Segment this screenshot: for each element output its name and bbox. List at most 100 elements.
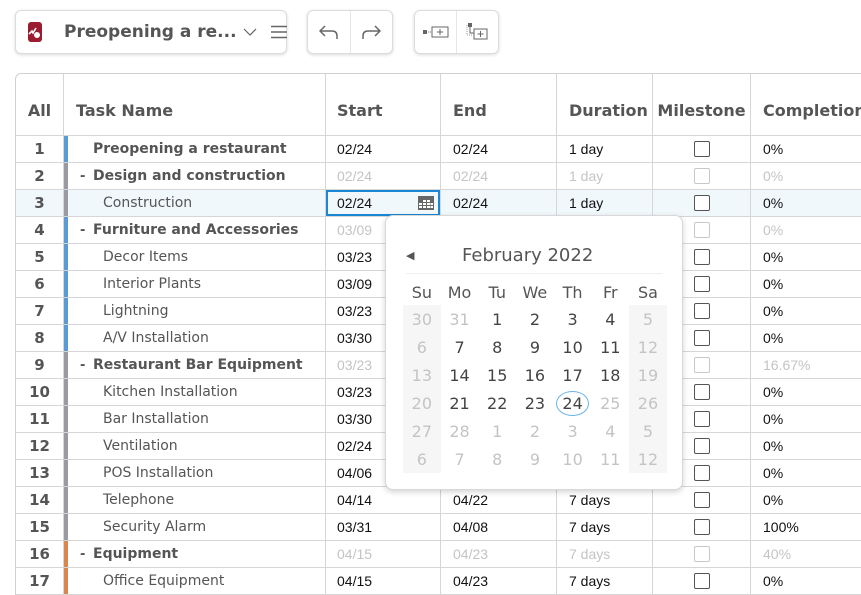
calendar-day[interactable]: 20 [403,389,441,417]
milestone-checkbox[interactable] [693,357,710,373]
table-row[interactable]: 14 Telephone 04/14 04/22 7 days 0% [16,487,861,514]
calendar-day[interactable]: 15 [478,361,516,389]
task-name-cell[interactable]: Telephone [64,487,326,513]
calendar-day[interactable]: 14 [441,361,479,389]
start-cell[interactable]: 02/24 [326,136,441,162]
completion-cell[interactable]: 0% [751,217,861,243]
calendar-day[interactable]: 17 [554,361,592,389]
task-name-cell[interactable]: Office Equipment [64,568,326,594]
calendar-day[interactable]: 21 [441,389,479,417]
collapse-toggle[interactable]: - [80,169,85,184]
duration-cell[interactable]: 1 day [557,163,653,189]
header-start[interactable]: Start [326,74,441,135]
calendar-day[interactable]: 23 [516,389,554,417]
calendar-day[interactable]: 4 [591,305,629,333]
completion-cell[interactable]: 16.67% [751,352,861,378]
calendar-day[interactable]: 28 [441,417,479,445]
duration-cell[interactable]: 7 days [557,568,653,594]
milestone-checkbox[interactable] [693,546,710,562]
end-cell[interactable]: 02/24 [441,163,557,189]
start-date-editor[interactable]: 02/24 [326,190,440,216]
duration-cell[interactable]: 7 days [557,514,653,540]
calendar-day[interactable]: 1 [478,305,516,333]
calendar-icon[interactable] [418,196,434,210]
calendar-day[interactable]: 5 [629,417,667,445]
task-name-cell[interactable]: - Restaurant Bar Equipment [64,352,326,378]
calendar-day[interactable]: 30 [403,305,441,333]
undo-button[interactable] [308,11,350,53]
start-cell[interactable]: 02/24 [326,163,441,189]
calendar-day[interactable]: 25 [591,389,629,417]
milestone-checkbox[interactable] [693,438,710,454]
milestone-checkbox[interactable] [693,330,710,346]
calendar-day-selected[interactable]: 24 [554,389,592,417]
completion-cell[interactable]: 0% [751,460,861,486]
completion-cell[interactable]: 0% [751,163,861,189]
calendar-day[interactable]: 19 [629,361,667,389]
calendar-day[interactable]: 12 [629,333,667,361]
milestone-checkbox[interactable] [693,411,710,427]
task-name-cell[interactable]: Lightning [64,298,326,324]
row-number[interactable]: 2 [16,163,64,189]
task-name-cell[interactable]: - Equipment [64,541,326,567]
row-number[interactable]: 6 [16,271,64,297]
collapse-toggle[interactable]: - [80,547,85,562]
task-name-cell[interactable]: Bar Installation [64,406,326,432]
start-cell[interactable]: 04/14 [326,487,441,513]
duration-cell[interactable]: 7 days [557,487,653,513]
row-number[interactable]: 9 [16,352,64,378]
end-cell[interactable]: 02/24 [441,190,557,216]
task-name-cell[interactable]: A/V Installation [64,325,326,351]
milestone-checkbox[interactable] [693,303,710,319]
collapse-toggle[interactable]: - [80,358,85,373]
prev-month-button[interactable]: ◀ [406,249,436,262]
milestone-checkbox[interactable] [693,168,710,184]
row-number[interactable]: 11 [16,406,64,432]
table-row[interactable]: 1 Preopening a restaurant 02/24 02/24 1 … [16,136,861,163]
calendar-day[interactable]: 9 [516,333,554,361]
milestone-checkbox[interactable] [693,384,710,400]
calendar-day[interactable]: 22 [478,389,516,417]
table-row[interactable]: 15 Security Alarm 03/31 04/08 7 days 100… [16,514,861,541]
header-completion[interactable]: Completion [751,74,861,135]
row-number[interactable]: 17 [16,568,64,594]
calendar-day[interactable]: 1 [478,417,516,445]
start-cell[interactable]: 04/15 [326,568,441,594]
calendar-day[interactable]: 11 [591,333,629,361]
end-cell[interactable]: 04/23 [441,568,557,594]
milestone-checkbox[interactable] [693,519,710,535]
completion-cell[interactable]: 0% [751,568,861,594]
duration-cell[interactable]: 1 day [557,136,653,162]
header-end[interactable]: End [441,74,557,135]
task-name-cell[interactable]: - Furniture and Accessories [64,217,326,243]
milestone-checkbox[interactable] [693,222,710,238]
completion-cell[interactable]: 0% [751,487,861,513]
task-name-cell[interactable]: - Design and construction [64,163,326,189]
row-number[interactable]: 10 [16,379,64,405]
calendar-day[interactable]: 26 [629,389,667,417]
completion-cell[interactable]: 0% [751,298,861,324]
row-number[interactable]: 8 [16,325,64,351]
calendar-day[interactable]: 8 [478,445,516,473]
table-row[interactable]: 3 Construction 02/24 02/24 1 day 0% [16,190,861,217]
calendar-day[interactable]: 2 [516,417,554,445]
completion-cell[interactable]: 0% [751,406,861,432]
calendar-day[interactable]: 4 [591,417,629,445]
milestone-checkbox[interactable] [693,465,710,481]
calendar-day[interactable]: 27 [403,417,441,445]
end-cell[interactable]: 02/24 [441,136,557,162]
calendar-day[interactable]: 7 [441,445,479,473]
calendar-day[interactable]: 10 [554,333,592,361]
row-number[interactable]: 3 [16,190,64,216]
project-selector[interactable]: Preopening a re... [54,11,261,53]
task-name-cell[interactable]: Construction [64,190,326,216]
end-cell[interactable]: 04/22 [441,487,557,513]
start-cell[interactable]: 04/15 [326,541,441,567]
start-cell[interactable]: 03/31 [326,514,441,540]
completion-cell[interactable]: 0% [751,271,861,297]
calendar-day[interactable]: 6 [403,445,441,473]
calendar-day[interactable]: 8 [478,333,516,361]
completion-cell[interactable]: 100% [751,514,861,540]
task-name-cell[interactable]: Interior Plants [64,271,326,297]
calendar-day[interactable]: 11 [591,445,629,473]
